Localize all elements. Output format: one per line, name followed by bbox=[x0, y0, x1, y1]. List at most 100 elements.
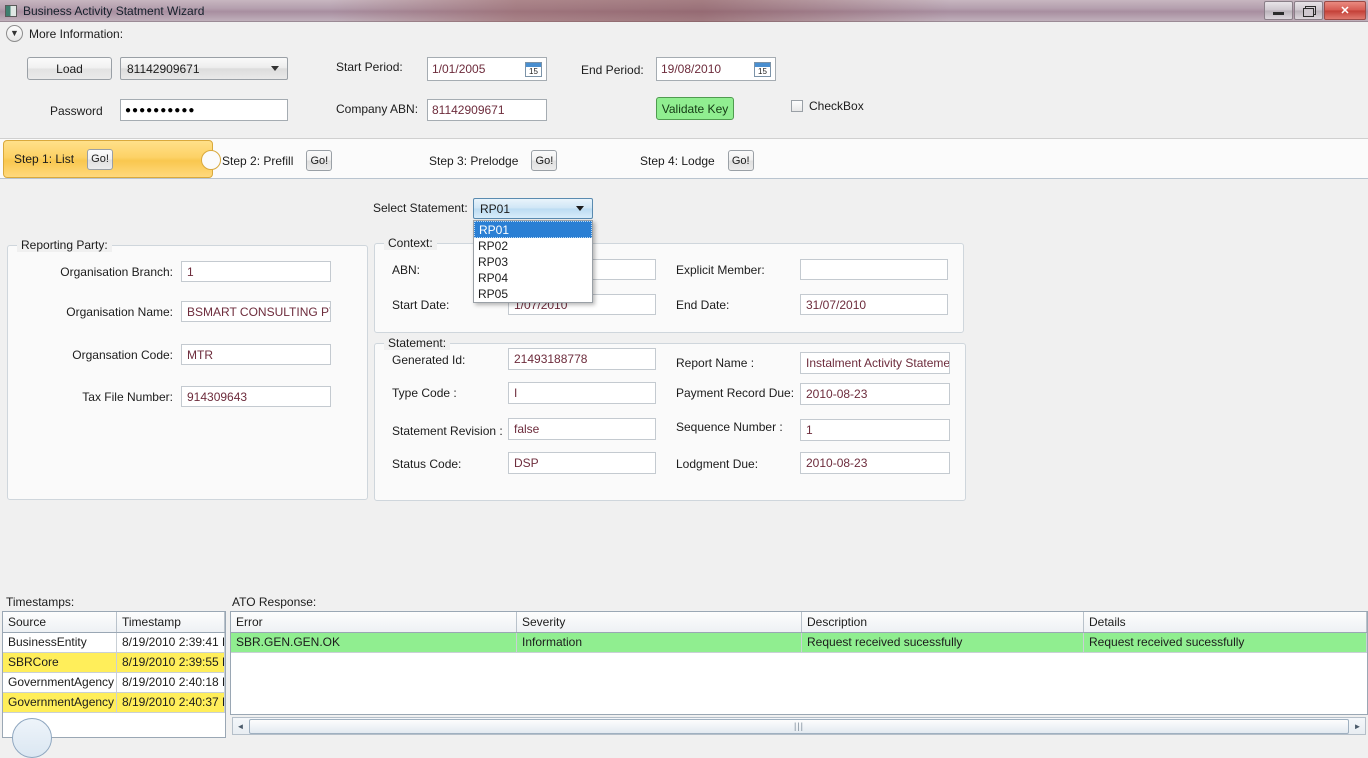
status-code-field[interactable]: DSP bbox=[508, 452, 656, 474]
type-code-label: Type Code : bbox=[392, 386, 457, 400]
password-label: Password bbox=[50, 104, 103, 118]
dropdown-option-rp01[interactable]: RP01 bbox=[474, 221, 592, 238]
tax-file-number-label: Tax File Number: bbox=[82, 390, 173, 404]
cell-source: GovernmentAgency bbox=[3, 673, 117, 692]
abn-combobox[interactable]: 81142909671 bbox=[120, 57, 288, 80]
cell-error: SBR.GEN.GEN.OK bbox=[231, 633, 517, 652]
step-3-tab[interactable]: Step 3: Prelodge Go! bbox=[429, 150, 558, 171]
select-statement-label: Select Statement: bbox=[373, 201, 468, 215]
context-title: Context: bbox=[384, 236, 437, 250]
cell-severity: Information bbox=[517, 633, 802, 652]
cell-details: Request received sucessfully bbox=[1084, 633, 1367, 652]
scroll-left-arrow-icon[interactable]: ◄ bbox=[233, 718, 248, 734]
column-header-severity[interactable]: Severity bbox=[517, 612, 802, 632]
sequence-number-field[interactable]: 1 bbox=[800, 419, 950, 441]
report-name-field[interactable]: Instalment Activity Stateme bbox=[800, 352, 950, 374]
scrollbar-thumb[interactable]: ||| bbox=[249, 718, 1349, 734]
column-header-description[interactable]: Description bbox=[802, 612, 1084, 632]
cell-source: GovernmentAgency bbox=[3, 693, 117, 712]
wizard-step-bar: Step 1: List Go! Step 2: Prefill Go! Ste… bbox=[0, 138, 1368, 179]
calendar-icon[interactable]: 15 bbox=[525, 61, 542, 77]
organisation-name-label: Organisation Name: bbox=[66, 305, 173, 319]
table-row[interactable]: GovernmentAgency 8/19/2010 2:40:37 P bbox=[3, 693, 225, 713]
step-4-tab[interactable]: Step 4: Lodge Go! bbox=[640, 150, 754, 171]
dropdown-option-rp04[interactable]: RP04 bbox=[474, 270, 592, 286]
column-header-timestamp[interactable]: Timestamp bbox=[117, 612, 225, 632]
dropdown-option-rp03[interactable]: RP03 bbox=[474, 254, 592, 270]
company-abn-field[interactable]: 81142909671 bbox=[427, 99, 547, 121]
select-statement-value: RP01 bbox=[480, 201, 511, 216]
select-statement-combobox[interactable]: RP01 bbox=[473, 198, 593, 219]
horizontal-scrollbar[interactable]: ◄ ||| ► bbox=[232, 717, 1366, 735]
context-group: Context: bbox=[374, 236, 964, 333]
tax-file-number-field[interactable]: 914309643 bbox=[181, 386, 331, 407]
ato-response-grid-body: SBR.GEN.GEN.OK Information Request recei… bbox=[231, 633, 1367, 653]
reporting-party-title: Reporting Party: bbox=[17, 238, 112, 252]
end-period-label: End Period: bbox=[581, 63, 644, 77]
minimize-button[interactable] bbox=[1264, 1, 1293, 20]
payment-record-due-field[interactable]: 2010-08-23 bbox=[800, 383, 950, 405]
window-titlebar[interactable]: Business Activity Statment Wizard ✕ bbox=[0, 0, 1368, 22]
organisation-code-field[interactable]: MTR bbox=[181, 344, 331, 365]
explicit-member-label: Explicit Member: bbox=[676, 263, 765, 277]
table-row[interactable]: BusinessEntity 8/19/2010 2:39:41 P bbox=[3, 633, 225, 653]
timestamps-label: Timestamps: bbox=[6, 595, 75, 609]
column-header-error[interactable]: Error bbox=[231, 612, 517, 632]
password-field[interactable]: ●●●●●●●●●● bbox=[120, 99, 288, 121]
cell-description: Request received sucessfully bbox=[802, 633, 1084, 652]
column-header-source[interactable]: Source bbox=[3, 612, 117, 632]
cell-source: BusinessEntity bbox=[3, 633, 117, 652]
cell-timestamp: 8/19/2010 2:40:18 P bbox=[117, 673, 225, 692]
start-period-datepicker[interactable]: 1/01/2005 15 bbox=[427, 57, 547, 81]
scroll-right-arrow-icon[interactable]: ► bbox=[1350, 718, 1365, 734]
end-period-datepicker[interactable]: 19/08/2010 15 bbox=[656, 57, 776, 81]
start-period-label: Start Period: bbox=[336, 60, 403, 74]
dropdown-option-rp02[interactable]: RP02 bbox=[474, 238, 592, 254]
checkbox-icon[interactable] bbox=[791, 100, 803, 112]
cell-timestamp: 8/19/2010 2:39:41 P bbox=[117, 633, 225, 652]
ato-response-label: ATO Response: bbox=[232, 595, 317, 609]
explicit-member-field[interactable] bbox=[800, 259, 948, 280]
step-2-go-button[interactable]: Go! bbox=[306, 150, 333, 171]
end-period-value: 19/08/2010 bbox=[661, 62, 722, 76]
status-code-label: Status Code: bbox=[392, 457, 462, 471]
sequence-number-label: Sequence Number : bbox=[676, 420, 783, 434]
type-code-field[interactable]: I bbox=[508, 382, 656, 404]
statement-revision-label: Statement Revision : bbox=[392, 424, 503, 438]
checkbox-control[interactable]: CheckBox bbox=[791, 99, 864, 113]
reporting-party-group: Reporting Party: bbox=[7, 238, 368, 500]
abn-combobox-value: 81142909671 bbox=[127, 61, 200, 76]
load-button[interactable]: Load bbox=[27, 57, 112, 80]
table-row[interactable]: GovernmentAgency 8/19/2010 2:40:18 P bbox=[3, 673, 225, 693]
step-3-go-button[interactable]: Go! bbox=[531, 150, 558, 171]
statement-title: Statement: bbox=[384, 336, 451, 350]
organisation-branch-label: Organisation Branch: bbox=[60, 265, 173, 279]
step-1-tab[interactable]: Step 1: List Go! bbox=[3, 140, 221, 178]
table-row[interactable]: SBRCore 8/19/2010 2:39:55 P bbox=[3, 653, 225, 673]
step-1-go-button[interactable]: Go! bbox=[87, 148, 114, 170]
statement-revision-field[interactable]: false bbox=[508, 418, 656, 440]
generated-id-field[interactable]: 21493188778 bbox=[508, 348, 656, 370]
checkbox-label: CheckBox bbox=[809, 99, 864, 113]
cell-timestamp: 8/19/2010 2:40:37 P bbox=[117, 693, 225, 712]
table-row[interactable]: SBR.GEN.GEN.OK Information Request recei… bbox=[231, 633, 1367, 653]
ato-response-grid[interactable]: Error Severity Description Details SBR.G… bbox=[230, 611, 1368, 715]
lodgment-due-field[interactable]: 2010-08-23 bbox=[800, 452, 950, 474]
progress-ring-icon bbox=[12, 718, 52, 758]
validate-key-button[interactable]: Validate Key bbox=[656, 97, 734, 120]
close-button[interactable]: ✕ bbox=[1324, 1, 1366, 20]
window-title: Business Activity Statment Wizard bbox=[23, 3, 205, 18]
end-date-field[interactable]: 31/07/2010 bbox=[800, 294, 948, 315]
calendar-icon[interactable]: 15 bbox=[754, 61, 771, 77]
restore-button[interactable] bbox=[1294, 1, 1323, 20]
dropdown-option-rp05[interactable]: RP05 bbox=[474, 286, 592, 302]
more-information-expander[interactable]: ▼ More Information: bbox=[6, 25, 123, 42]
step-2-tab[interactable]: Step 2: Prefill Go! bbox=[222, 150, 333, 171]
abn-label: ABN: bbox=[392, 263, 421, 277]
organisation-name-field[interactable]: BSMART CONSULTING PTY bbox=[181, 301, 331, 322]
organisation-branch-field[interactable]: 1 bbox=[181, 261, 331, 282]
select-statement-dropdown-list[interactable]: RP01 RP02 RP03 RP04 RP05 bbox=[473, 220, 593, 303]
step-4-go-button[interactable]: Go! bbox=[727, 150, 754, 171]
column-header-details[interactable]: Details bbox=[1084, 612, 1367, 632]
chevron-down-icon bbox=[576, 206, 584, 211]
